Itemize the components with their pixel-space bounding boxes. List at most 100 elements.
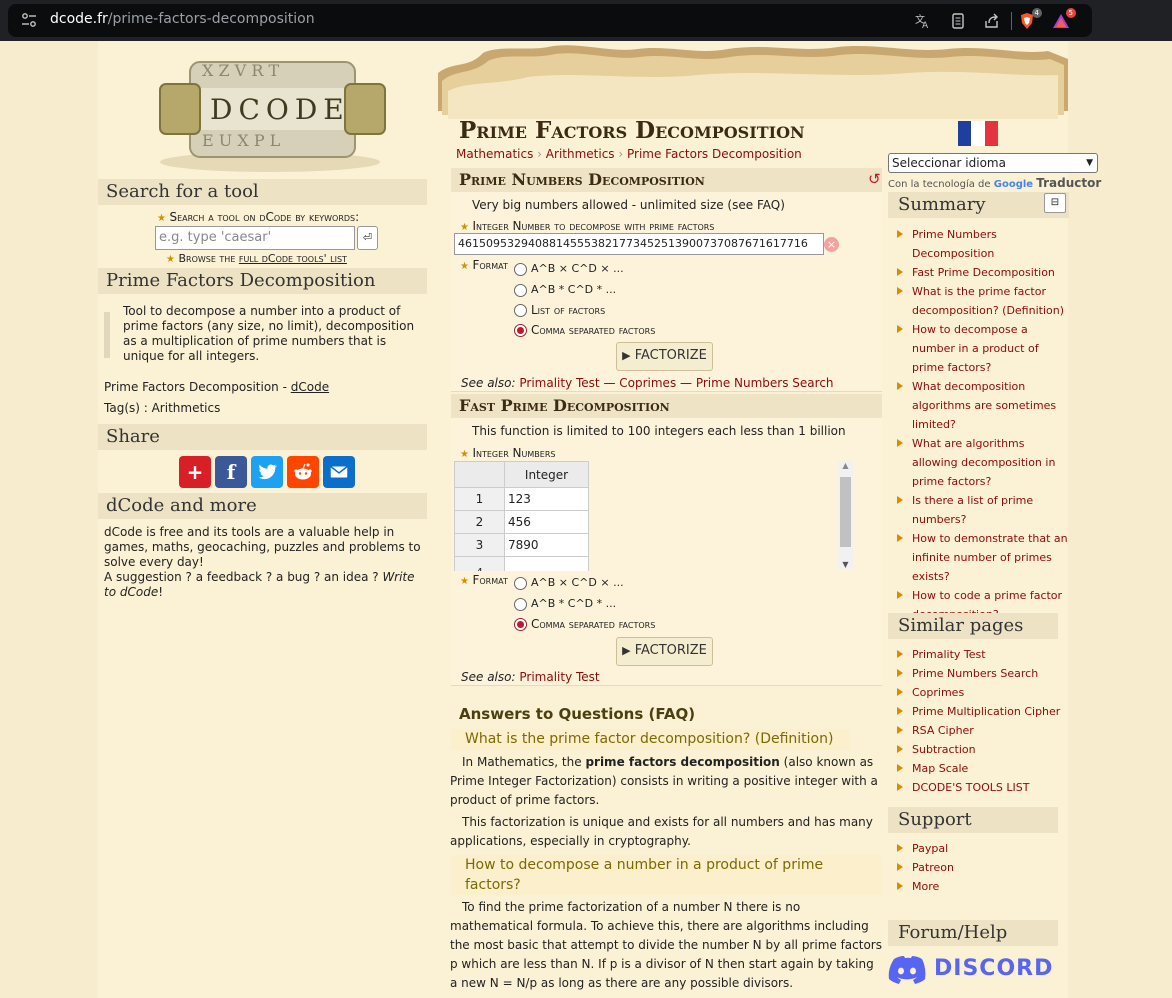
breadcrumb-mathematics[interactable]: Mathematics	[456, 147, 533, 161]
tool-search-input[interactable]: e.g. type 'caesar'	[155, 226, 355, 250]
summary-item[interactable]: Is there a list of prime numbers?	[897, 491, 1069, 529]
similar-page-link[interactable]: Primality Test	[897, 645, 1069, 664]
scroll-down-icon[interactable]: ▼	[838, 560, 853, 569]
table-scrollbar[interactable]: ▲ ▼	[838, 461, 853, 569]
clear-input-icon[interactable]: ×	[824, 237, 839, 252]
similar-page-link[interactable]: Prime Numbers Search	[897, 664, 1069, 683]
svg-text:DCODE: DCODE	[210, 93, 350, 126]
reset-icon[interactable]: ↺	[868, 170, 881, 188]
summary-title: Summary	[888, 192, 1069, 218]
similar-page-link[interactable]: DCODE'S TOOLS LIST	[897, 778, 1069, 797]
more-support-link[interactable]: More	[897, 877, 1069, 896]
summary-item[interactable]: What decomposition algorithms are someti…	[897, 377, 1069, 434]
forum-help-title: Forum/Help	[888, 920, 1058, 946]
summary-item[interactable]: How to demonstrate that an infinite numb…	[897, 529, 1069, 586]
support-title: Support	[888, 807, 1058, 833]
similar-page-link[interactable]: Prime Multiplication Cipher	[897, 702, 1069, 721]
format2-option-comma: Comma separated factors	[531, 617, 656, 631]
breadcrumb-arithmetics[interactable]: Arithmetics	[546, 147, 615, 161]
page-title: Prime Factors Decomposition	[459, 117, 805, 144]
format-radio-list[interactable]	[514, 304, 527, 317]
fast-factorize-button[interactable]: ▶ FACTORIZE	[616, 637, 713, 666]
format2-option-power-times: A^B × C^D × ...	[531, 576, 624, 589]
search-label: ★ Search a tool on dCode by keywords:	[157, 210, 360, 224]
format-radio-power-times[interactable]	[514, 263, 527, 276]
see-also-prime-numbers-search[interactable]: Prime Numbers Search	[696, 376, 834, 390]
breadcrumb-current[interactable]: Prime Factors Decomposition	[627, 147, 802, 161]
translate-icon[interactable]: 文A	[914, 12, 932, 31]
tool-section-title: Prime Factors Decomposition	[98, 268, 427, 294]
url-text[interactable]: dcode.fr/prime-factors-decomposition	[50, 11, 315, 27]
search-submit-button[interactable]: ⏎	[357, 226, 378, 250]
integers-spreadsheet[interactable]: Integer 1 123 2 456 3 7890 4	[454, 461, 854, 571]
discord-icon	[888, 956, 926, 984]
twitter-share-icon[interactable]	[251, 456, 283, 488]
scroll-up-icon[interactable]: ▲	[838, 461, 853, 470]
row-number: 1	[454, 487, 505, 511]
browse-tools-link[interactable]: full dCode tools' list	[239, 252, 347, 265]
patreon-link[interactable]: Patreon	[897, 858, 1069, 877]
discord-label: DISCORD	[934, 956, 1054, 981]
similar-page-link[interactable]: Subtraction	[897, 740, 1069, 759]
format-radio-comma[interactable]	[514, 324, 527, 337]
share-page-icon[interactable]	[983, 12, 1001, 30]
dcode-link[interactable]: dCode	[291, 380, 329, 394]
brave-shields-icon[interactable]: 4	[1018, 8, 1042, 30]
summary-item[interactable]: How to decompose a number in a product o…	[897, 320, 1069, 377]
format-option-power-star: A^B * C^D * ...	[531, 283, 617, 296]
summary-item[interactable]: Fast Prime Decomposition	[897, 263, 1069, 282]
email-share-icon[interactable]	[323, 456, 355, 488]
format-radio-power-star[interactable]	[514, 284, 527, 297]
decomposition-note: Very big numbers allowed - unlimited siz…	[472, 198, 785, 212]
site-settings-icon[interactable]	[20, 12, 38, 28]
format2-radio-power-times[interactable]	[514, 577, 527, 590]
integer-cell[interactable]	[504, 556, 589, 571]
paypal-link[interactable]: Paypal	[897, 839, 1069, 858]
see-also-coprimes[interactable]: Coprimes	[619, 376, 676, 390]
integers-table: Integer 1 123 2 456 3 7890 4	[454, 461, 589, 571]
faq-answer-how-to: To find the prime factorization of a num…	[450, 900, 882, 990]
factorize-button[interactable]: ▶ FACTORIZE	[616, 342, 713, 371]
browser-toolbar: dcode.fr/prime-factors-decomposition 文A …	[0, 0, 1172, 41]
addthis-share-icon[interactable]: +	[179, 456, 211, 488]
reader-mode-icon[interactable]	[949, 12, 967, 30]
similar-page-link[interactable]: RSA Cipher	[897, 721, 1069, 740]
svg-text:X Z V R T: X Z V R T	[202, 61, 279, 80]
similar-page-link[interactable]: Coprimes	[897, 683, 1069, 702]
facebook-share-icon[interactable]: f	[215, 456, 247, 488]
format-option-power-times: A^B × C^D × ...	[531, 262, 624, 275]
number-input[interactable]: 4615095329408814555382177345251390073708…	[454, 233, 824, 255]
similar-pages-list: Primality Test Prime Numbers Search Copr…	[897, 645, 1069, 797]
scrollbar-thumb[interactable]	[840, 477, 851, 547]
french-flag-icon[interactable]	[958, 121, 998, 146]
similar-page-link[interactable]: Map Scale	[897, 759, 1069, 778]
collapse-summary-icon[interactable]: ⊟	[1044, 193, 1066, 213]
summary-item[interactable]: What are algorithms allowing decompositi…	[897, 434, 1069, 491]
faq-question-how-to: How to decompose a number in a product o…	[451, 855, 882, 895]
integer-cell[interactable]: 123	[504, 487, 589, 511]
dcode-logo[interactable]: X Z V R T E U X P L DCODE	[130, 44, 400, 174]
breadcrumb: Mathematics › Arithmetics › Prime Factor…	[456, 147, 802, 161]
summary-item[interactable]: What is the prime factor decomposition? …	[897, 282, 1069, 320]
see-also-line-2: See also: Primality Test	[461, 670, 600, 684]
brave-rewards-icon[interactable]: 5	[1052, 8, 1076, 30]
see-also-primality-test-2[interactable]: Primality Test	[519, 670, 599, 684]
see-also-primality-test[interactable]: Primality Test	[519, 376, 599, 390]
tags-line: Tag(s) : Arithmetics	[104, 401, 221, 415]
integer-cell[interactable]: 7890	[504, 533, 589, 557]
integer-cell[interactable]: 456	[504, 510, 589, 534]
discord-link[interactable]: DISCORD	[888, 950, 1052, 990]
format2-radio-power-star[interactable]	[514, 598, 527, 611]
summary-item[interactable]: Prime Numbers Decomposition	[897, 225, 1069, 263]
format-option-list: List of factors	[531, 303, 606, 317]
tool-name-line: Prime Factors Decomposition - dCode	[104, 380, 330, 394]
address-bar[interactable]: dcode.fr/prime-factors-decomposition 文A …	[8, 4, 1092, 37]
support-list: Paypal Patreon More	[897, 839, 1069, 896]
faq-question-definition: What is the prime factor decomposition? …	[451, 729, 850, 750]
format2-radio-comma[interactable]	[514, 618, 527, 631]
toolbar-divider	[1011, 12, 1012, 30]
language-select[interactable]: Seleccionar idioma ▼	[888, 153, 1098, 173]
torn-parchment-header	[438, 45, 1068, 119]
more-section-title: dCode and more	[98, 493, 427, 519]
reddit-share-icon[interactable]	[287, 456, 319, 488]
